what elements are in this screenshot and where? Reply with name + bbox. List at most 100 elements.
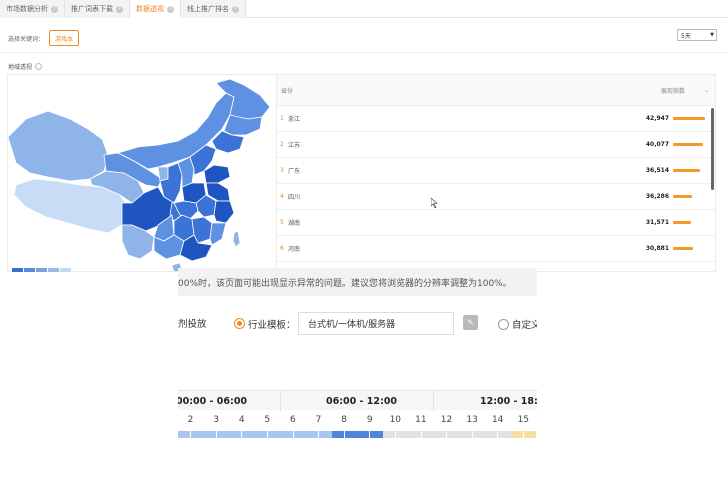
index-bar xyxy=(673,117,705,120)
half-hour-block[interactable] xyxy=(370,431,383,438)
half-hour-block[interactable] xyxy=(472,431,486,438)
table-row: 3 广东 36,514 xyxy=(277,158,715,184)
map-region-guangxi[interactable] xyxy=(153,234,185,260)
map-region-fujian[interactable] xyxy=(209,222,227,246)
industry-template-input[interactable]: 台式机/一体机/服务器 xyxy=(298,312,454,335)
hour-cell[interactable] xyxy=(382,431,409,438)
province-name: 河南 xyxy=(288,246,301,253)
half-hour-block[interactable] xyxy=(268,431,281,438)
scrollbar-thumb[interactable] xyxy=(711,108,714,190)
column-header-province: 省份 xyxy=(281,87,294,95)
hour-cell[interactable] xyxy=(203,431,230,438)
tab-data-pivot[interactable]: 数据透视 ? xyxy=(130,0,181,18)
index-value: 40,077 xyxy=(645,141,669,148)
hour-cell[interactable] xyxy=(510,431,537,438)
tab-market-analysis[interactable]: 市场数据分析 ? xyxy=(0,0,65,18)
half-hour-block[interactable] xyxy=(254,431,268,438)
tab-keyword-download[interactable]: 推广词表下载 ? xyxy=(65,0,130,18)
half-hour-block[interactable] xyxy=(305,431,319,438)
hour-label: 2 xyxy=(187,415,194,425)
legend-swatch xyxy=(60,268,71,272)
half-hour-block[interactable] xyxy=(178,431,191,438)
table-row: 4 四川 36,286 xyxy=(277,184,715,210)
help-icon[interactable]: ? xyxy=(232,5,239,13)
map-region-taiwan[interactable] xyxy=(232,230,241,248)
hour-cell[interactable] xyxy=(229,431,255,438)
half-hour-block[interactable] xyxy=(498,431,511,438)
china-map xyxy=(8,78,271,271)
legend-swatch xyxy=(36,268,47,272)
half-hour-block[interactable] xyxy=(216,431,230,438)
half-hour-block[interactable] xyxy=(408,431,421,438)
map-region-jilin[interactable] xyxy=(223,114,263,136)
half-hour-block[interactable] xyxy=(242,431,255,438)
hour-cell[interactable] xyxy=(459,431,486,438)
map-region-inner-mongolia[interactable] xyxy=(116,92,235,170)
table-row: 5 湖南 31,571 xyxy=(277,210,715,236)
half-hour-block[interactable] xyxy=(447,431,460,438)
industry-template-value: 台式机/一体机/服务器 xyxy=(308,320,396,330)
half-hour-block[interactable] xyxy=(357,431,370,438)
edit-icon[interactable]: ✎ xyxy=(463,315,478,330)
half-hour-block[interactable] xyxy=(191,431,204,438)
industry-template-radio[interactable] xyxy=(234,318,245,329)
half-hour-block[interactable] xyxy=(510,431,524,438)
half-hour-block[interactable] xyxy=(203,431,216,438)
half-hour-block[interactable] xyxy=(319,431,332,438)
keyword-tag-button[interactable]: 游戏本 xyxy=(49,30,79,46)
hour-cell[interactable] xyxy=(485,431,511,438)
help-icon[interactable]: ? xyxy=(167,5,174,13)
index-bar-fill xyxy=(673,143,703,146)
rank-number: 6 xyxy=(280,245,284,252)
overlay-screenshot: 00%时，该页面可能出现显示异常的问题。建议您将浏览器的分辨率调整为100%。 … xyxy=(178,268,537,438)
column-header-index[interactable]: 展现指数 xyxy=(661,86,685,95)
chevron-down-icon[interactable]: ⌄ xyxy=(704,87,709,94)
province-name: 广东 xyxy=(288,168,301,175)
province-name: 四川 xyxy=(288,194,301,201)
half-hour-block[interactable] xyxy=(280,431,293,438)
tab-online-ranking[interactable]: 线上推广排名 ? xyxy=(181,0,246,18)
half-hour-block[interactable] xyxy=(433,431,447,438)
mouse-cursor-icon xyxy=(431,198,438,208)
hour-label: 10 xyxy=(389,415,402,425)
hour-label: 11 xyxy=(415,415,427,425)
help-icon[interactable] xyxy=(35,63,43,70)
hour-cell[interactable] xyxy=(331,431,358,438)
map-region-ningxia[interactable] xyxy=(157,166,169,182)
delivery-option-label: 剂投放 xyxy=(178,319,207,330)
section-title: 地域透视 xyxy=(8,62,43,71)
help-icon[interactable]: ? xyxy=(51,5,58,13)
help-icon[interactable]: ? xyxy=(116,5,123,13)
custom-radio[interactable] xyxy=(498,319,509,330)
hour-cell[interactable] xyxy=(408,431,434,438)
map-region-yunnan[interactable] xyxy=(121,224,155,260)
hour-cell[interactable] xyxy=(178,431,204,438)
divider xyxy=(0,52,728,53)
hour-label: 6 xyxy=(290,415,296,425)
rank-number: 1 xyxy=(280,115,284,122)
half-hour-block[interactable] xyxy=(524,431,537,438)
half-hour-block[interactable] xyxy=(396,431,409,438)
legend-swatch xyxy=(12,268,23,272)
map-region-xinjiang[interactable] xyxy=(8,110,109,182)
hour-cell[interactable] xyxy=(433,431,460,438)
half-hour-block[interactable] xyxy=(459,431,472,438)
table-header: 省份 展现指数 ⌄ xyxy=(277,75,715,106)
hour-cell[interactable] xyxy=(254,431,281,438)
half-hour-block[interactable] xyxy=(331,431,344,438)
period-select[interactable]: 5天 ▼ xyxy=(677,29,717,41)
half-hour-block[interactable] xyxy=(293,431,306,438)
map-region-shandong[interactable] xyxy=(203,164,231,184)
half-hour-block[interactable] xyxy=(229,431,242,438)
chevron-down-icon: ▼ xyxy=(710,32,714,38)
half-hour-block[interactable] xyxy=(485,431,498,438)
half-hour-block[interactable] xyxy=(344,431,358,438)
half-hour-block[interactable] xyxy=(421,431,434,438)
hour-cell[interactable] xyxy=(357,431,383,438)
hour-cell[interactable] xyxy=(280,431,306,438)
half-hour-block[interactable] xyxy=(382,431,396,438)
legend-swatch xyxy=(24,268,35,272)
map-region-zhejiang[interactable] xyxy=(213,200,235,224)
hour-label: 7 xyxy=(315,415,322,425)
hour-cell[interactable] xyxy=(305,431,332,438)
